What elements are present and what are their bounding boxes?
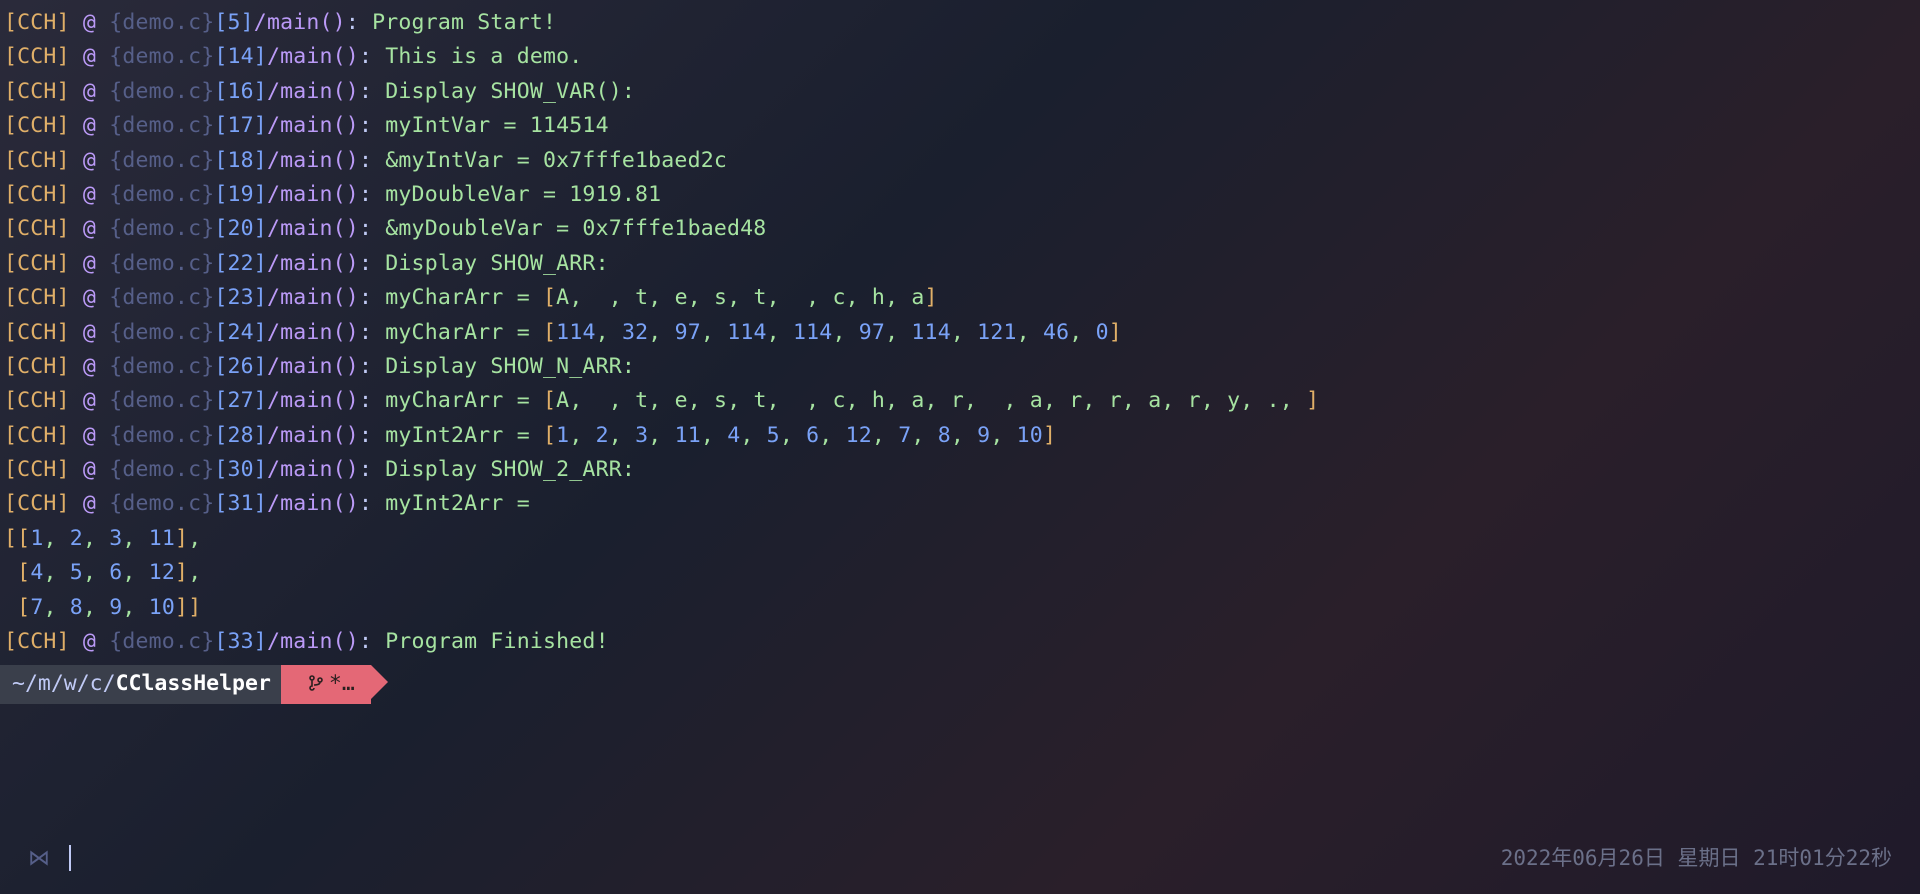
log-line: [CCH] @ {demo.c}[31]/main(): myInt2Arr = <box>4 487 1916 521</box>
prompt-cwd-name: CClassHelper <box>116 671 271 696</box>
log-line: [CCH] @ {demo.c}[16]/main(): Display SHO… <box>4 75 1916 109</box>
status-datetime: 2022年06月26日 星期日 21时01分22秒 <box>1501 842 1892 876</box>
log-line: [CCH] @ {demo.c}[20]/main(): &myDoubleVa… <box>4 212 1916 246</box>
matrix-row: [[1, 2, 3, 11], <box>4 522 1916 556</box>
prompt-cwd-prefix: ~/m/w/c/ <box>12 671 116 696</box>
log-line: [CCH] @ {demo.c}[18]/main(): &myIntVar =… <box>4 144 1916 178</box>
matrix-row: [4, 5, 6, 12], <box>4 556 1916 590</box>
log-line: [CCH] @ {demo.c}[26]/main(): Display SHO… <box>4 350 1916 384</box>
log-line: [CCH] @ {demo.c}[24]/main(): myCharArr =… <box>4 316 1916 350</box>
shell-cursor[interactable] <box>69 845 71 871</box>
log-line: [CCH] @ {demo.c}[17]/main(): myIntVar = … <box>4 109 1916 143</box>
fish-shell-icon: ⋈ <box>28 841 47 876</box>
matrix-row: [7, 8, 9, 10]] <box>4 591 1916 625</box>
log-line: [CCH] @ {demo.c}[27]/main(): myCharArr =… <box>4 384 1916 418</box>
status-bar: ⋈ 2022年06月26日 星期日 21时01分22秒 <box>0 841 1920 876</box>
log-line: [CCH] @ {demo.c}[14]/main(): This is a d… <box>4 40 1916 74</box>
prompt-path-segment: ~/m/w/c/CClassHelper <box>0 665 281 703</box>
prompt-git-segment: *… <box>281 665 371 703</box>
log-line: [CCH] @ {demo.c}[19]/main(): myDoubleVar… <box>4 178 1916 212</box>
git-branch-icon <box>309 669 323 687</box>
log-line: [CCH] @ {demo.c}[30]/main(): Display SHO… <box>4 453 1916 487</box>
log-line: [CCH] @ {demo.c}[33]/main(): Program Fin… <box>4 625 1916 659</box>
prompt-git-status: *… <box>329 671 355 696</box>
terminal-output[interactable]: [CCH] @ {demo.c}[5]/main(): Program Star… <box>0 0 1920 665</box>
log-line: [CCH] @ {demo.c}[23]/main(): myCharArr =… <box>4 281 1916 315</box>
log-line: [CCH] @ {demo.c}[22]/main(): Display SHO… <box>4 247 1916 281</box>
shell-prompt: ~/m/w/c/CClassHelper *… <box>0 667 371 701</box>
log-line: [CCH] @ {demo.c}[28]/main(): myInt2Arr =… <box>4 419 1916 453</box>
log-line: [CCH] @ {demo.c}[5]/main(): Program Star… <box>4 6 1916 40</box>
